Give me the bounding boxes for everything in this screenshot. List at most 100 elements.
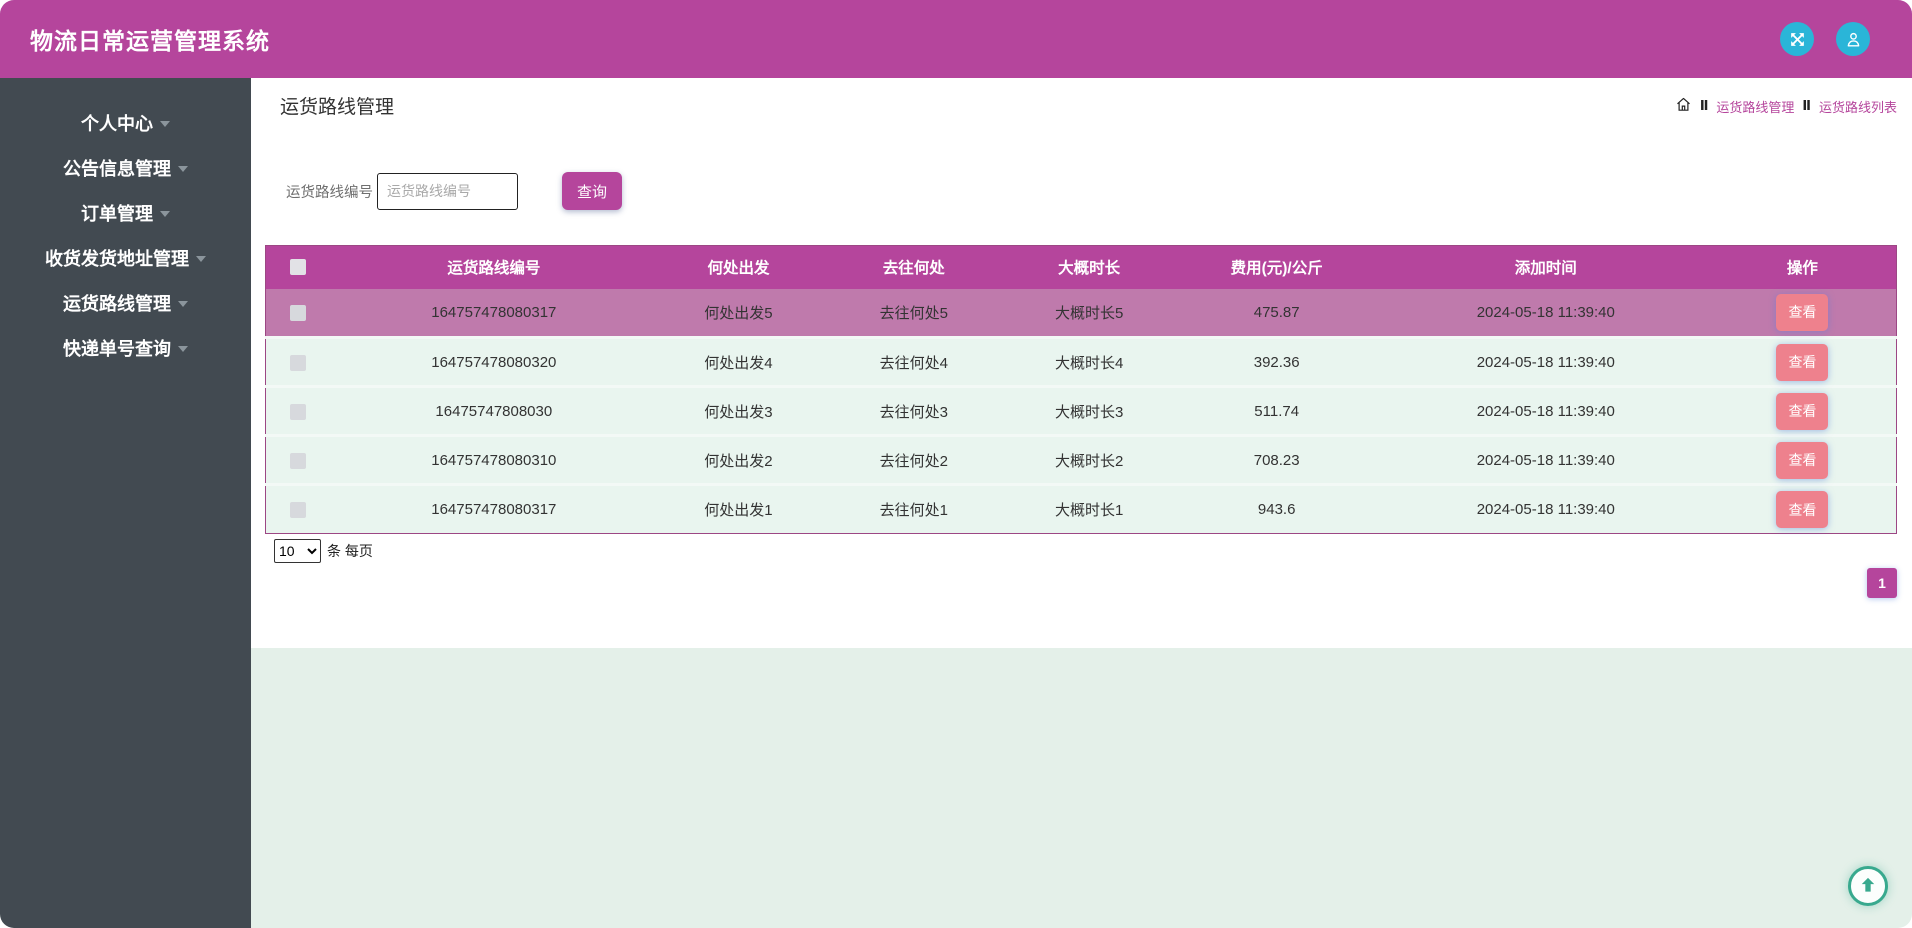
cell-added-time: 2024-05-18 11:39:40 [1382,288,1709,338]
caret-down-icon [178,346,188,352]
cell-added-time: 2024-05-18 11:39:40 [1382,484,1709,534]
select-all-checkbox[interactable] [290,259,307,276]
table-row[interactable]: 164757478080317 何处出发1 去往何处1 大概时长1 943.6 … [265,484,1897,534]
cell-destination: 去往何处4 [820,337,1008,387]
user-profile-button[interactable] [1836,22,1870,56]
sidebar-nav: 个人中心 公告信息管理 订单管理 收货发货地址管理 运货路线管理 快递单号查询 [0,78,251,928]
cell-destination: 去往何处1 [820,484,1008,534]
home-icon [1675,96,1692,116]
col-duration: 大概时长 [1007,245,1171,289]
sidebar-item-orders[interactable]: 订单管理 [0,190,251,235]
pagination: 1 [251,568,1897,598]
per-page-control: 10 条 每页 [274,539,1912,563]
arrow-up-icon [1858,875,1878,898]
sidebar-item-label: 订单管理 [81,203,153,224]
cell-origin: 何处出发2 [656,435,821,485]
row-checkbox[interactable] [290,502,307,519]
fullscreen-icon [1788,30,1807,49]
cell-duration: 大概时长3 [1007,386,1171,436]
view-button[interactable]: 查看 [1776,491,1829,528]
col-destination: 去往何处 [820,245,1008,289]
row-checkbox[interactable] [290,403,307,420]
caret-down-icon [178,301,188,307]
cell-fee: 511.74 [1170,386,1383,436]
sidebar-item-label: 公告信息管理 [63,158,171,179]
sidebar-item-label: 快递单号查询 [63,338,171,359]
table-row[interactable]: 164757478080310 何处出发2 去往何处2 大概时长2 708.23… [265,435,1897,485]
sidebar-item-personal-center[interactable]: 个人中心 [0,100,251,145]
cell-route-id: 164757478080317 [330,484,657,534]
table-header-row: 运货路线编号 何处出发 去往何处 大概时长 费用(元)/公斤 添加时间 操作 [265,245,1897,289]
breadcrumb-link-route-list[interactable]: 运货路线列表 [1819,97,1897,116]
caret-down-icon [196,256,206,262]
route-id-search-input[interactable] [377,172,518,210]
caret-down-icon [160,121,170,127]
table-row[interactable]: 164757478080317 何处出发5 去往何处5 大概时长5 475.87… [265,288,1897,338]
cell-route-id: 16475747808030 [330,386,657,436]
table-row[interactable]: 164757478080320 何处出发4 去往何处4 大概时长4 392.36… [265,337,1897,387]
top-header-bar: 物流日常运营管理系统 [0,0,1912,78]
caret-down-icon [160,211,170,217]
cell-route-id: 164757478080310 [330,435,657,485]
cell-fee: 475.87 [1170,288,1383,338]
cell-route-id: 164757478080317 [330,288,657,338]
row-checkbox[interactable] [290,304,307,321]
app-window: 物流日常运营管理系统 个人中心 公告信息管理 订单管理 收货发货地址管理 运货路… [0,0,1912,928]
view-button[interactable]: 查看 [1776,343,1829,381]
cell-fee: 708.23 [1170,435,1383,485]
sidebar-item-label: 个人中心 [81,113,153,134]
view-button[interactable]: 查看 [1776,392,1829,430]
page-title: 运货路线管理 [280,97,395,118]
caret-down-icon [178,166,188,172]
cell-route-id: 164757478080320 [330,337,657,387]
sidebar-item-tracking-query[interactable]: 快递单号查询 [0,325,251,370]
fullscreen-button[interactable] [1780,22,1814,56]
per-page-select[interactable]: 10 [274,539,321,563]
breadcrumb: Ⅱ 运货路线管理 Ⅱ 运货路线列表 [1675,92,1897,116]
cell-origin: 何处出发4 [656,337,821,387]
cell-added-time: 2024-05-18 11:39:40 [1382,435,1709,485]
cell-added-time: 2024-05-18 11:39:40 [1382,337,1709,387]
sidebar-item-label: 运货路线管理 [63,293,171,314]
breadcrumb-separator: Ⅱ [1802,98,1811,113]
routes-table: 运货路线编号 何处出发 去往何处 大概时长 费用(元)/公斤 添加时间 操作 1… [265,245,1897,534]
main-content: 运货路线管理 Ⅱ 运货路线管理 Ⅱ 运货路线列表 运货路线编号 运货路线编号 查… [251,78,1912,928]
cell-added-time: 2024-05-18 11:39:40 [1382,386,1709,436]
cell-fee: 943.6 [1170,484,1383,534]
col-origin: 何处出发 [656,245,821,289]
app-title: 物流日常运营管理系统 [30,28,270,54]
cell-origin: 何处出发1 [656,484,821,534]
row-checkbox[interactable] [290,452,307,469]
view-button[interactable]: 查看 [1776,441,1829,479]
cell-duration: 大概时长2 [1007,435,1171,485]
search-form: 运货路线编号 查询 [251,172,1912,210]
col-route-id: 运货路线编号 [330,245,657,289]
cell-destination: 去往何处5 [820,288,1008,338]
per-page-label: 条 每页 [327,543,373,559]
sidebar-item-addresses[interactable]: 收货发货地址管理 [0,235,251,280]
cell-destination: 去往何处2 [820,435,1008,485]
content-panel: 运货路线管理 Ⅱ 运货路线管理 Ⅱ 运货路线列表 运货路线编号 运货路线编号 查… [251,78,1912,648]
col-fee: 费用(元)/公斤 [1170,245,1383,289]
cell-origin: 何处出发5 [656,288,821,338]
back-to-top-button[interactable] [1848,866,1888,906]
search-button[interactable]: 查询 [562,172,622,210]
cell-origin: 何处出发3 [656,386,821,436]
view-button[interactable]: 查看 [1776,293,1829,331]
sidebar-item-label: 收货发货地址管理 [45,248,189,269]
cell-duration: 大概时长5 [1007,288,1171,338]
sidebar-item-shipping-routes[interactable]: 运货路线管理 [0,280,251,325]
search-field-label: 运货路线编号 [286,184,373,201]
page-1-button[interactable]: 1 [1867,568,1897,598]
cell-duration: 大概时长1 [1007,484,1171,534]
breadcrumb-link-route-management[interactable]: 运货路线管理 [1716,97,1794,116]
table-row[interactable]: 16475747808030 何处出发3 去往何处3 大概时长3 511.74 … [265,386,1897,436]
header-actions [1780,22,1870,56]
user-icon [1844,30,1863,49]
breadcrumb-home-link[interactable] [1675,96,1692,116]
col-added-time: 添加时间 [1382,245,1709,289]
row-checkbox[interactable] [290,354,307,371]
cell-destination: 去往何处3 [820,386,1008,436]
sidebar-item-announcements[interactable]: 公告信息管理 [0,145,251,190]
col-actions: 操作 [1708,245,1897,289]
